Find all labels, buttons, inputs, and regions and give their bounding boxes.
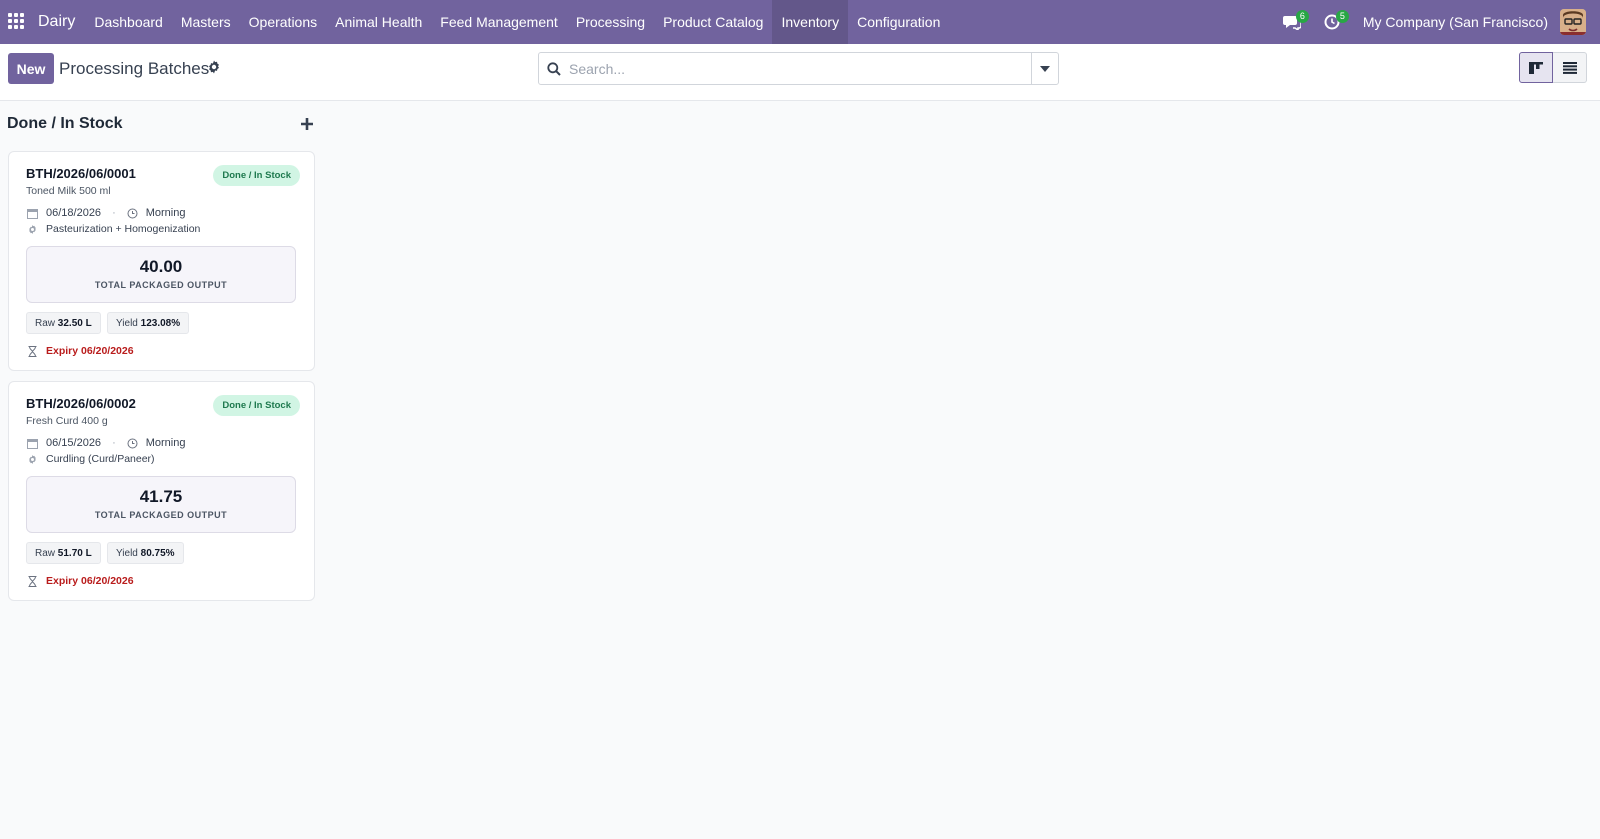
hourglass-icon: [28, 575, 37, 587]
kanban-icon: [1529, 61, 1543, 74]
clock-icon: [127, 438, 138, 448]
search-input[interactable]: [569, 53, 1031, 84]
yield-value: 123.08%: [140, 318, 181, 329]
user-avatar-icon: [1560, 9, 1586, 35]
yield-pill: Yield 80.75%: [107, 542, 184, 564]
activities-count-badge: 5: [1335, 10, 1349, 23]
search-icon: [547, 61, 561, 76]
cog-icon: [29, 224, 36, 234]
cog-icon: [29, 454, 36, 464]
batch-process: Pasteurization + Homogenization: [46, 223, 201, 235]
batch-name: BTH/2026/06/0001: [26, 166, 136, 181]
separator-dot: ·: [112, 437, 116, 449]
new-button[interactable]: New: [8, 53, 54, 84]
menu-item-product-catalog[interactable]: Product Catalog: [654, 0, 772, 44]
gear-icon[interactable]: [206, 59, 222, 75]
status-badge: Done / In Stock: [213, 395, 300, 416]
list-view-button[interactable]: [1553, 52, 1587, 83]
control-panel: New Processing Batches: [0, 44, 1600, 101]
output-label: TOTAL PACKAGED OUTPUT: [94, 280, 228, 290]
expiry-row: Expiry 06/20/2026: [27, 345, 134, 357]
activities-button[interactable]: 5: [1317, 7, 1349, 37]
menu-item-operations[interactable]: Operations: [240, 0, 326, 44]
kanban-column-header: Done / In Stock: [7, 115, 315, 137]
output-summary: 41.75 TOTAL PACKAGED OUTPUT: [26, 476, 296, 533]
expiry-text: Expiry 06/20/2026: [46, 345, 134, 357]
column-title: Done / In Stock: [7, 115, 123, 132]
kanban-card[interactable]: BTH/2026/06/0002 Fresh Curd 400 g Done /…: [8, 381, 315, 601]
batch-process-row: Curdling (Curd/Paneer): [27, 453, 155, 465]
separator-dot: ·: [112, 207, 116, 219]
user-avatar[interactable]: [1560, 9, 1586, 35]
menu-item-dashboard[interactable]: Dashboard: [85, 0, 172, 44]
batch-date: 06/15/2026: [46, 437, 102, 449]
hourglass-icon: [28, 345, 37, 357]
batch-name: BTH/2026/06/0002: [26, 396, 136, 411]
menu-item-animal-health[interactable]: Animal Health: [326, 0, 431, 44]
menu-item-masters[interactable]: Masters: [172, 0, 240, 44]
messages-count-badge: 6: [1295, 10, 1309, 23]
raw-pill: Raw 32.50 L: [26, 312, 101, 334]
raw-value: 51.70 L: [57, 548, 92, 559]
menu-item-processing[interactable]: Processing: [567, 0, 654, 44]
output-summary: 40.00 TOTAL PACKAGED OUTPUT: [26, 246, 296, 303]
yield-value: 80.75%: [140, 548, 175, 559]
batch-process-row: Pasteurization + Homogenization: [27, 223, 200, 235]
messaging-button[interactable]: 6: [1277, 7, 1309, 37]
app-brand[interactable]: Dairy: [38, 13, 75, 31]
page-title: Processing Batches: [59, 59, 210, 78]
raw-label: Raw: [35, 318, 58, 329]
batch-date: 06/18/2026: [46, 207, 102, 219]
batch-date-shift-row: 06/18/2026 · Morning: [27, 207, 185, 219]
raw-label: Raw: [35, 548, 58, 559]
search-options-toggle[interactable]: [1031, 53, 1058, 84]
expiry-row: Expiry 06/20/2026: [27, 575, 134, 587]
batch-product: Toned Milk 500 ml: [26, 185, 111, 197]
plus-icon[interactable]: [299, 116, 315, 132]
clock-icon: [127, 208, 138, 218]
yield-label: Yield: [116, 548, 141, 559]
top-navbar: Dairy Dashboard Masters Operations Anima…: [0, 0, 1600, 44]
raw-pill: Raw 51.70 L: [26, 542, 101, 564]
batch-product: Fresh Curd 400 g: [26, 415, 108, 427]
expiry-text: Expiry 06/20/2026: [46, 575, 134, 587]
navbar-systray: 6 5 My Company (San Francisco): [1277, 0, 1600, 44]
calendar-icon: [27, 438, 38, 449]
batch-date-shift-row: 06/15/2026 · Morning: [27, 437, 185, 449]
menu-item-configuration[interactable]: Configuration: [848, 0, 949, 44]
menu-item-feed-management[interactable]: Feed Management: [431, 0, 567, 44]
kanban-view-button[interactable]: [1519, 52, 1553, 83]
output-label: TOTAL PACKAGED OUTPUT: [94, 510, 228, 520]
batch-process: Curdling (Curd/Paneer): [46, 453, 155, 465]
view-switcher: [1519, 52, 1587, 83]
list-icon: [1562, 61, 1577, 74]
apps-grid-icon[interactable]: [8, 13, 26, 31]
batch-shift: Morning: [145, 437, 186, 449]
output-value: 40.00: [139, 257, 183, 276]
output-value: 41.75: [139, 487, 183, 506]
raw-value: 32.50 L: [57, 318, 92, 329]
main-menu: Dashboard Masters Operations Animal Heal…: [85, 0, 949, 44]
yield-pill: Yield 123.08%: [107, 312, 190, 334]
batch-shift: Morning: [145, 207, 186, 219]
calendar-icon: [27, 208, 38, 219]
caret-down-icon: [1040, 65, 1050, 72]
kanban-card[interactable]: BTH/2026/06/0001 Toned Milk 500 ml Done …: [8, 151, 315, 371]
menu-item-inventory[interactable]: Inventory: [772, 0, 849, 44]
yield-label: Yield: [116, 318, 141, 329]
company-switcher[interactable]: My Company (San Francisco): [1363, 14, 1548, 30]
search-bar: [538, 52, 1059, 85]
status-badge: Done / In Stock: [213, 165, 300, 186]
